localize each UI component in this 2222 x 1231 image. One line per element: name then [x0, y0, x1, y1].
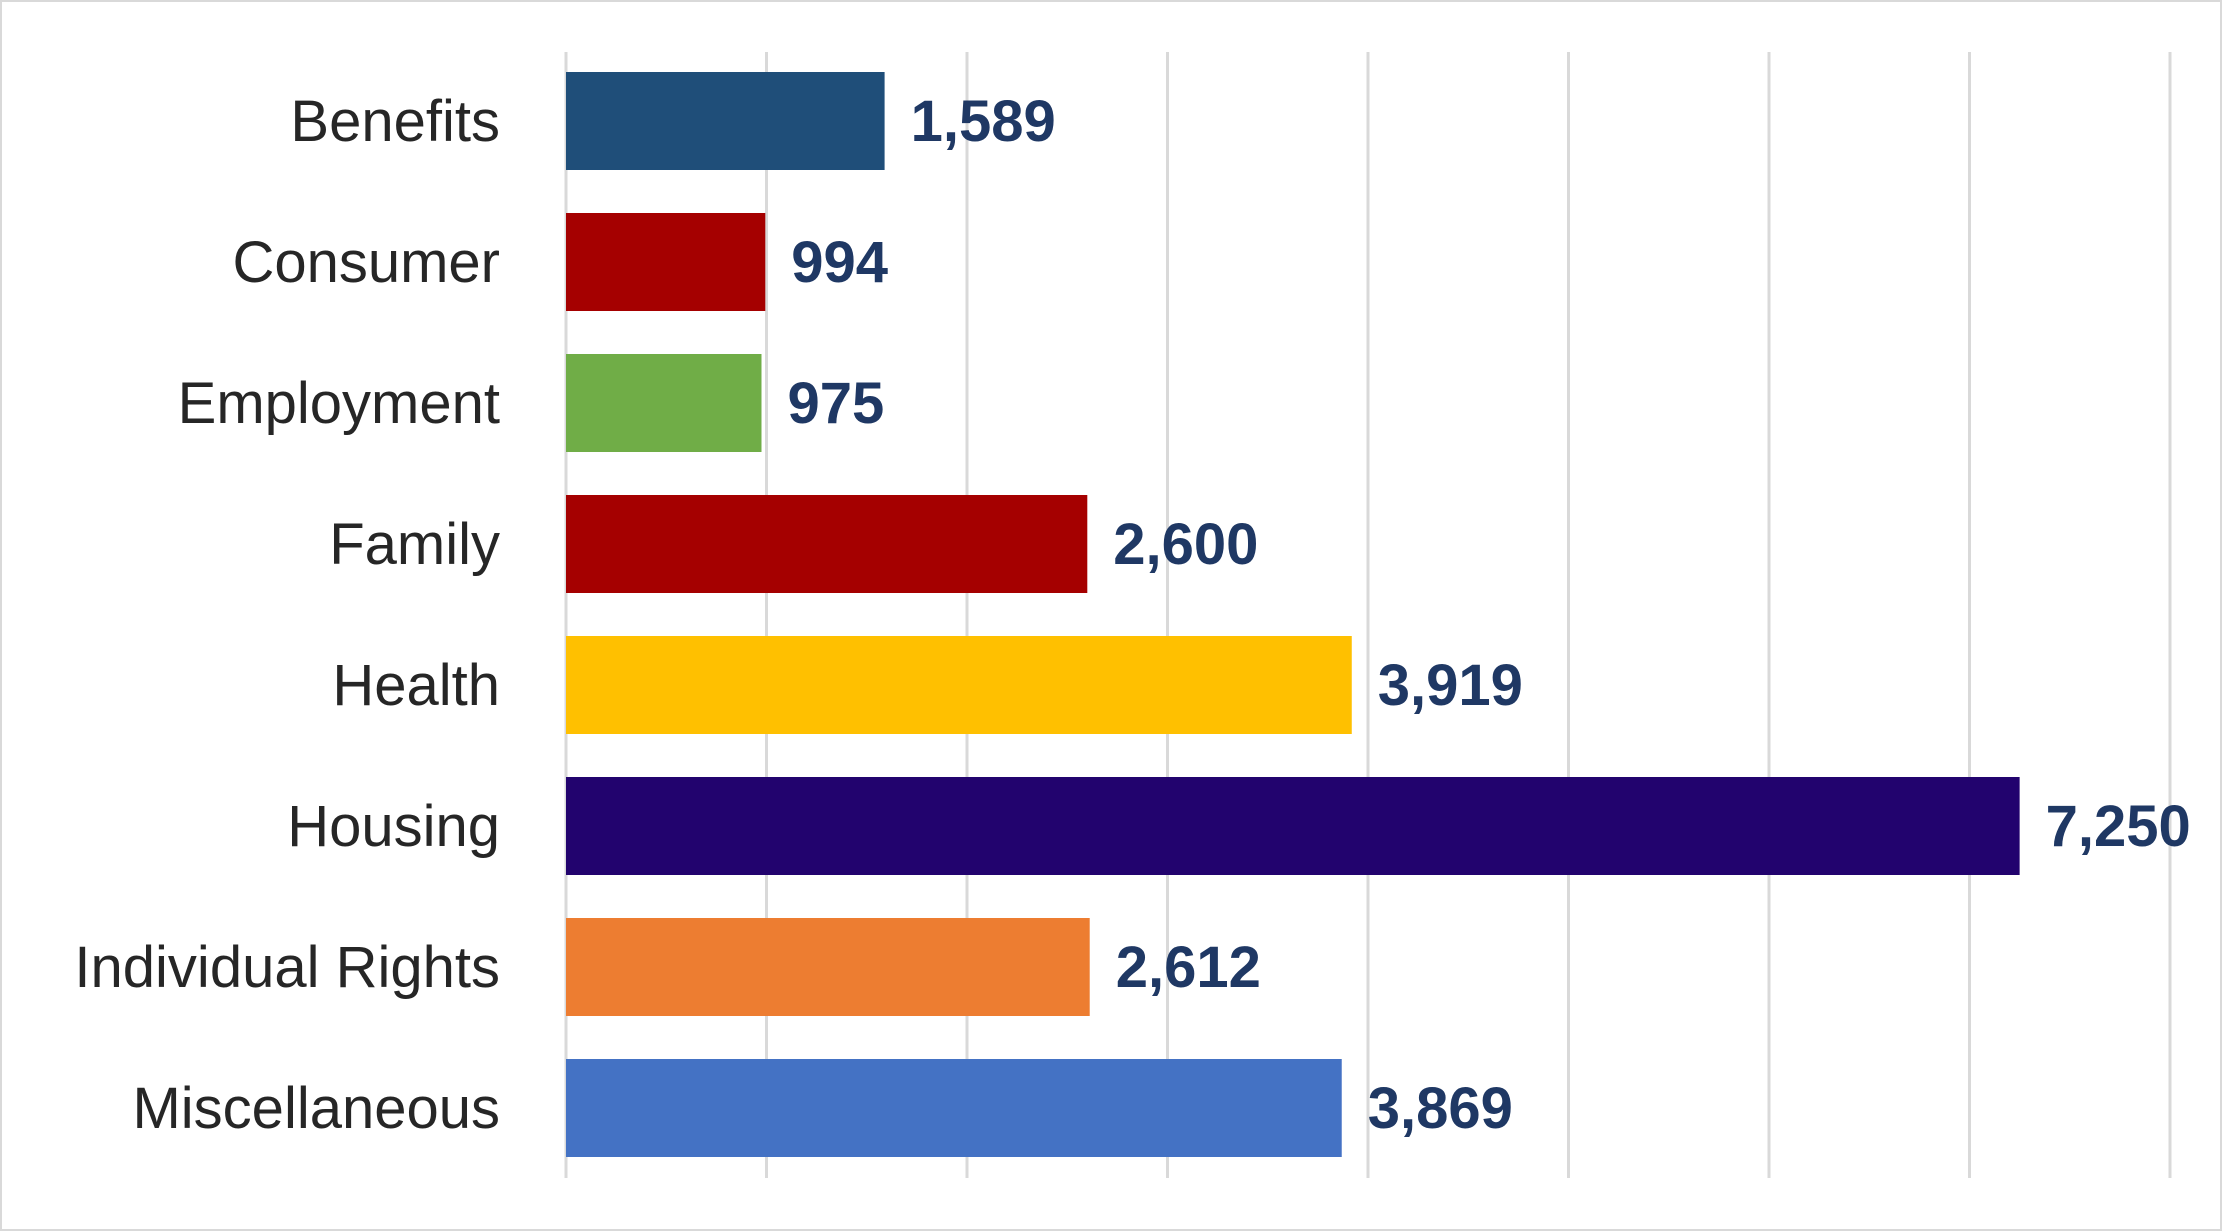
bar-benefits: [566, 72, 885, 170]
bar-housing: [566, 777, 2020, 875]
category-label: Employment: [178, 371, 500, 436]
value-label: 2,612: [1116, 935, 1261, 1000]
category-label: Individual Rights: [74, 935, 500, 1000]
value-label: 1,589: [911, 89, 1056, 154]
category-label: Housing: [287, 794, 500, 859]
category-label: Health: [332, 653, 500, 718]
value-label: 975: [787, 371, 884, 436]
bar-employment: [566, 354, 762, 452]
value-label: 3,919: [1378, 653, 1523, 718]
category-labels: Benefits Consumer Employment Family Health Ho…: [74, 89, 500, 1141]
value-label: 7,250: [2046, 794, 2191, 859]
value-label: 3,869: [1368, 1076, 1513, 1141]
bar-individual-rights: [566, 918, 1090, 1016]
category-label: Miscellaneous: [132, 1076, 500, 1141]
value-label: 2,600: [1113, 512, 1258, 577]
bar-chart: Benefits Consumer Employment Family Health Ho…: [74, 52, 2191, 1178]
bar-health: [566, 636, 1352, 734]
category-label: Consumer: [232, 230, 500, 295]
bar-miscellaneous: [566, 1059, 1342, 1157]
bar-consumer: [566, 213, 766, 311]
category-label: Family: [329, 512, 500, 577]
category-label: Benefits: [290, 89, 500, 154]
value-label: 994: [791, 230, 888, 295]
bars: [566, 72, 2020, 1157]
bar-family: [566, 495, 1088, 593]
